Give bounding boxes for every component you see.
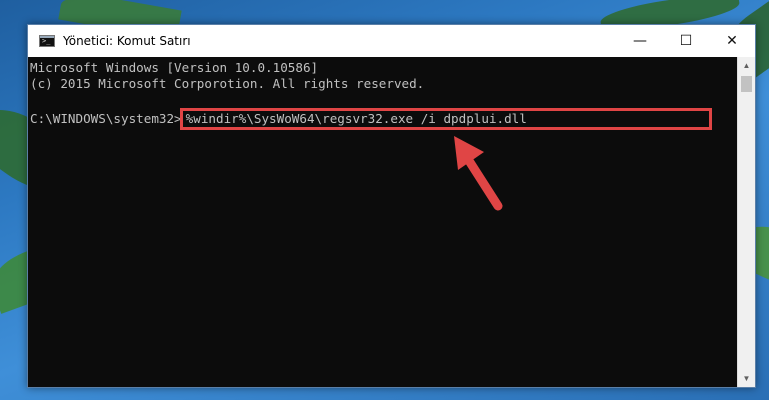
minimize-button[interactable]: —: [617, 25, 663, 57]
command-prompt-icon[interactable]: [39, 35, 55, 47]
window-title: Yönetici: Komut Satırı: [63, 34, 191, 48]
highlighted-command[interactable]: %windir%\SysWoW64\regsvr32.exe /i dpdplu…: [179, 108, 712, 130]
window-controls: — ☐ ✕: [617, 25, 755, 57]
close-button[interactable]: ✕: [709, 25, 755, 57]
console-prompt: C:\WINDOWS\system32>: [30, 111, 182, 126]
console-output[interactable]: Microsoft Windows [Version 10.0.10586] (…: [28, 57, 737, 387]
scrollbar-thumb[interactable]: [741, 76, 752, 92]
console-line-copyright: (c) 2015 Microsoft Corporotion. All righ…: [30, 76, 425, 91]
console-line-version: Microsoft Windows [Version 10.0.10586]: [30, 60, 319, 75]
scroll-down-arrow-icon[interactable]: ▼: [738, 370, 755, 387]
maximize-button[interactable]: ☐: [663, 25, 709, 57]
vertical-scrollbar[interactable]: ▲ ▼: [737, 57, 755, 387]
title-bar[interactable]: Yönetici: Komut Satırı — ☐ ✕: [28, 25, 755, 57]
scroll-up-arrow-icon[interactable]: ▲: [738, 57, 755, 74]
command-prompt-window: Yönetici: Komut Satırı — ☐ ✕ Microsoft W…: [27, 24, 756, 388]
console-prompt-line[interactable]: C:\WINDOWS\system32> %windir%\SysWoW64\re…: [30, 108, 737, 130]
red-arrow-icon: [454, 136, 503, 211]
